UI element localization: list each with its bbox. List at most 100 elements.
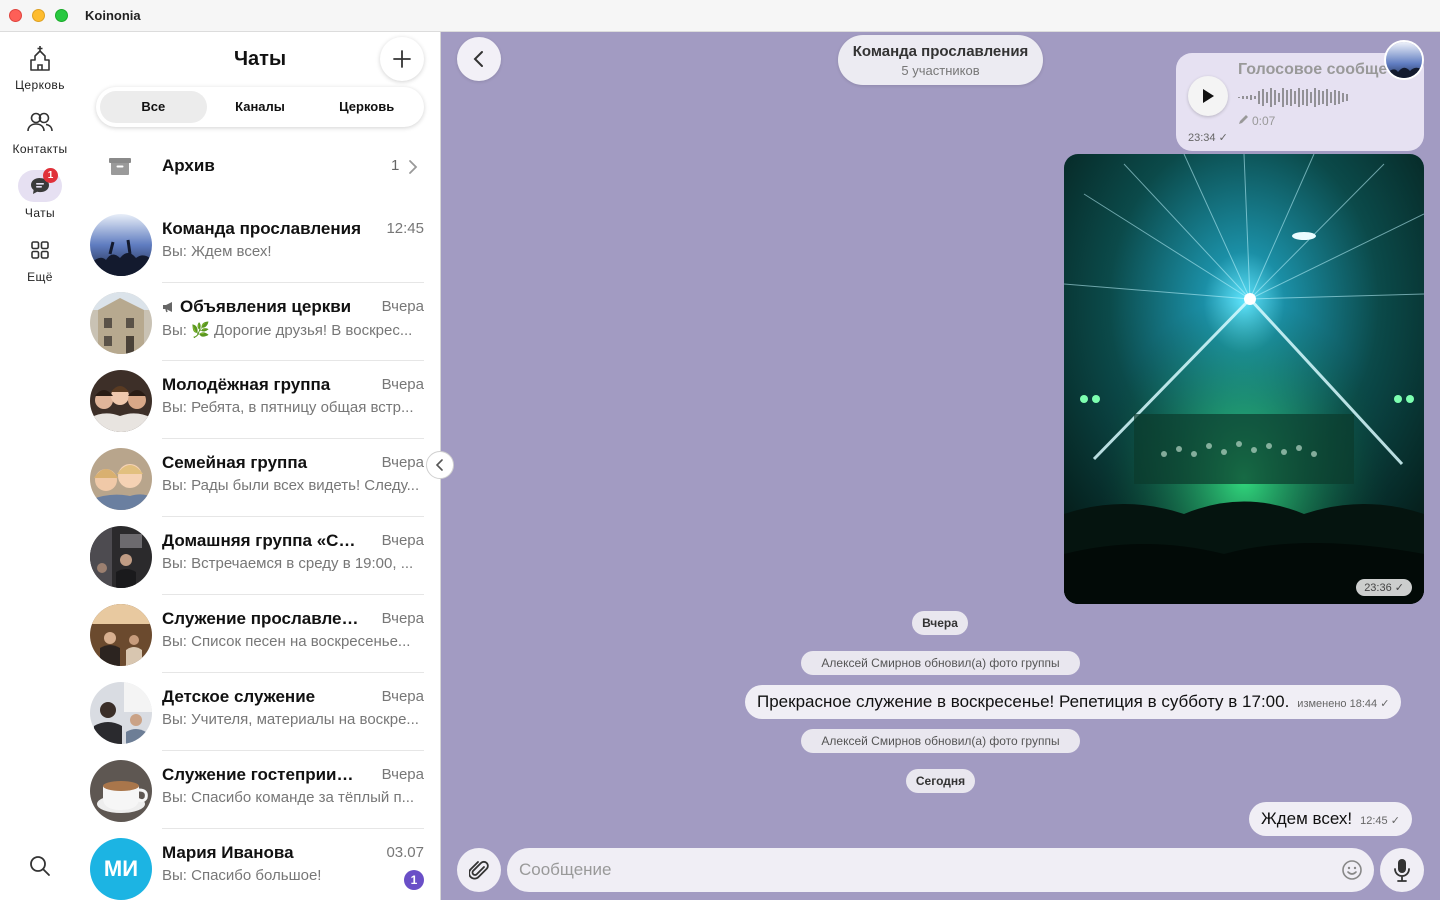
chat-last-message: Вы: Встречаемся в среду в 19:00, ...: [162, 555, 414, 572]
chat-row-children-ministry[interactable]: Детское служение Вчера Вы: Учителя, мате…: [80, 673, 440, 751]
plus-icon: [393, 50, 411, 68]
chats-unread-badge: 1: [43, 168, 58, 183]
search-button[interactable]: [20, 851, 60, 881]
system-message: Алексей Смирнов обновил(а) фото группы: [801, 651, 1080, 675]
chat-list-panel: Чаты Все Каналы Церковь Архив 1 Команда …: [80, 32, 440, 900]
rail-item-chats[interactable]: 1 Чаты: [0, 168, 80, 220]
photo-time-text: 23:36: [1364, 582, 1392, 594]
concert-photo: [1064, 154, 1424, 604]
system-message: Алексей Смирнов обновил(а) фото группы: [801, 729, 1080, 753]
chat-name: Домашняя группа «Сев...: [162, 531, 362, 550]
chat-row-hospitality[interactable]: Служение гостеприимс... Вчера Вы: Спасиб…: [80, 751, 440, 829]
chat-title: Команда прославления: [852, 43, 1029, 60]
avatar: [90, 682, 152, 744]
voice-time-text: 23:34: [1188, 132, 1216, 144]
chat-time: Вчера: [381, 532, 424, 549]
group-avatar[interactable]: [1384, 40, 1424, 80]
megaphone-icon: [162, 298, 180, 318]
checkmark-icon: ✓: [1218, 132, 1228, 144]
close-window-button[interactable]: [9, 9, 22, 22]
unread-badge: 1: [404, 870, 424, 890]
zoom-window-button[interactable]: [55, 9, 68, 22]
rail-item-church[interactable]: Церковь: [0, 42, 80, 92]
message-meta-text: изменено 18:44: [1297, 698, 1378, 710]
archive-count: 1: [391, 157, 400, 174]
avatar: [90, 760, 152, 822]
chat-members-count: 5 участников: [901, 63, 980, 78]
tab-all[interactable]: Все: [100, 91, 207, 123]
avatar: [90, 292, 152, 354]
checkmark-icon: ✓: [1390, 815, 1400, 827]
play-button[interactable]: [1188, 76, 1228, 116]
chat-name: Мария Иванова: [162, 843, 294, 862]
chat-last-message: Вы: Спасибо большое!: [162, 867, 322, 884]
chat-last-message: Вы: 🌿 Дорогие друзья! В воскрес...: [162, 322, 413, 339]
voice-message-title: Голосовое сообще: [1238, 61, 1388, 78]
contacts-icon: [18, 106, 62, 138]
collapse-sidebar-button[interactable]: [426, 451, 454, 479]
voice-record-button[interactable]: [1380, 848, 1424, 892]
voice-timestamp: 23:34 ✓: [1188, 131, 1228, 144]
archive-label: Архив: [162, 156, 215, 175]
message-meta: изменено 18:44 ✓: [1297, 698, 1389, 710]
search-icon: [30, 856, 50, 876]
attach-button[interactable]: [457, 848, 501, 892]
rail-item-contacts[interactable]: Контакты: [0, 106, 80, 156]
chat-time: Вчера: [381, 298, 424, 315]
chat-name: Семейная группа: [162, 453, 308, 472]
chat-name: Команда прославления: [162, 219, 361, 238]
checkmark-icon: ✓: [1380, 698, 1390, 710]
chat-row-worship-ministry[interactable]: Служение прославления Вчера Вы: Список п…: [80, 595, 440, 673]
minimize-window-button[interactable]: [32, 9, 45, 22]
chat-row-home-group[interactable]: Домашняя группа «Сев... Вчера Вы: Встреч…: [80, 517, 440, 595]
photo-timestamp: 23:36 ✓: [1356, 579, 1412, 596]
message-bubble[interactable]: Прекрасное служение в воскресенье! Репет…: [745, 685, 1402, 719]
chat-row-church-announcements[interactable]: Объявления церкви Вчера Вы: 🌿 Дорогие др…: [80, 283, 440, 361]
photo-message[interactable]: 23:36 ✓: [1064, 154, 1424, 604]
message-text: Ждем всех!: [1261, 809, 1353, 828]
rail-label-contacts: Контакты: [12, 142, 68, 156]
avatar: [90, 214, 152, 276]
chat-row-youth-group[interactable]: Молодёжная группа Вчера Вы: Ребята, в пя…: [80, 361, 440, 439]
archive-row[interactable]: Архив 1: [80, 142, 440, 192]
chevron-right-icon: [409, 160, 418, 174]
church-icon: [18, 42, 62, 74]
chat-name: Служение гостеприимс...: [162, 765, 362, 784]
waveform-icon: [1238, 88, 1348, 107]
message-input[interactable]: [507, 848, 1374, 892]
back-button[interactable]: [457, 37, 501, 81]
play-icon: [1203, 89, 1214, 103]
chat-row-maria-ivanova[interactable]: МИ Мария Иванова 03.07 Вы: Спасибо больш…: [80, 829, 440, 900]
chat-time: Вчера: [381, 688, 424, 705]
chat-row-worship-team[interactable]: Команда прославления 12:45 Вы: Ждем всех…: [80, 205, 440, 283]
title-bar: Koinonia: [0, 0, 1440, 32]
emoji-button[interactable]: [1341, 859, 1363, 886]
tab-channels[interactable]: Каналы: [207, 91, 314, 123]
chat-last-message: Вы: Учителя, материалы на воскре...: [162, 711, 419, 728]
tab-church[interactable]: Церковь: [313, 91, 420, 123]
new-chat-button[interactable]: [380, 37, 424, 81]
chat-row-family-group[interactable]: Семейная группа Вчера Вы: Рады были всех…: [80, 439, 440, 517]
date-separator: Вчера: [912, 611, 968, 635]
chat-time: Вчера: [381, 766, 424, 783]
chat-name: Объявления церкви: [162, 297, 362, 318]
chevron-left-icon: [473, 51, 483, 67]
avatar-initials-text: МИ: [103, 856, 139, 881]
message-meta: 12:45 ✓: [1360, 815, 1400, 827]
checkmark-icon: ✓: [1394, 582, 1404, 594]
chevron-left-icon: [435, 459, 443, 471]
rail-label-chats: Чаты: [24, 206, 56, 220]
avatar: [90, 448, 152, 510]
avatar: [90, 604, 152, 666]
avatar: [90, 370, 152, 432]
app-window: Koinonia Церковь Контакты 1 Чаты Ещё Чат…: [0, 0, 1440, 900]
paperclip-icon: [469, 860, 489, 880]
message-bubble[interactable]: Ждем всех! 12:45 ✓: [1249, 802, 1412, 836]
voice-duration-text: 0:07: [1252, 114, 1276, 128]
chat-header[interactable]: Команда прославления 5 участников: [838, 35, 1043, 85]
rail-item-more[interactable]: Ещё: [0, 234, 80, 284]
grid-icon: [18, 234, 62, 266]
chat-last-message: Вы: Спасибо команде за тёплый п...: [162, 789, 415, 806]
message-meta-text: 12:45: [1360, 815, 1388, 827]
date-separator: Сегодня: [906, 769, 975, 793]
